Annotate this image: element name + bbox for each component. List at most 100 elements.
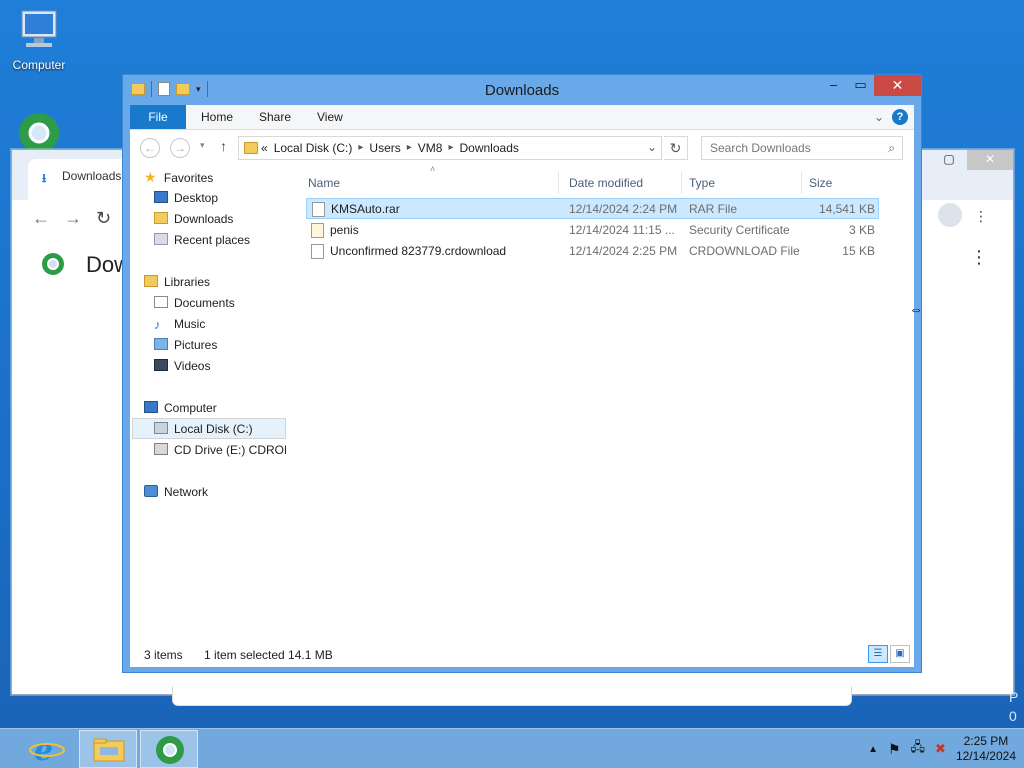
help-icon[interactable]: ? [892, 109, 908, 125]
nav-documents[interactable]: Documents [154, 293, 235, 313]
computer-icon [16, 8, 62, 54]
network-icon[interactable]: 🖧 [911, 738, 926, 760]
nav-label: Network [164, 485, 209, 499]
nav-label: Local Disk (C:) [174, 422, 253, 436]
nav-label: CD Drive (E:) CDROM [174, 443, 286, 457]
generic-file-icon [311, 244, 324, 259]
close-button[interactable]: ✕ [874, 75, 921, 96]
clock-date: 12/14/2024 [955, 749, 1016, 763]
back-button[interactable]: ← [32, 208, 50, 229]
desktop-icon [154, 191, 168, 203]
browser-close-button[interactable]: ✕ [967, 150, 1013, 170]
tab-view[interactable]: View [317, 105, 343, 129]
browser-menu-icon[interactable]: ⋮ [974, 208, 988, 225]
drive-icon [154, 422, 168, 434]
certificate-icon [311, 223, 324, 238]
browser-maximize-button[interactable]: ▢ [931, 150, 967, 170]
file-row[interactable]: KMSAuto.rar 12/14/2024 2:24 PM RAR File … [306, 198, 879, 219]
file-explorer-window: ▾ Downloads – ▭ ✕ File Home Share View ⌄… [122, 74, 922, 673]
edge-text-line: P [1009, 689, 1019, 705]
clock[interactable]: 2:25 PM 12/14/2024 [956, 734, 1016, 764]
chevron-right-icon[interactable]: ▸ [448, 142, 453, 155]
search-input[interactable]: Search Downloads ⌕ [701, 136, 903, 160]
item-count: 3 items [144, 648, 183, 662]
tab-share[interactable]: Share [259, 105, 291, 129]
expand-ribbon-icon[interactable]: ⌄ [874, 110, 884, 124]
column-name[interactable]: Name [308, 171, 340, 195]
action-center-flag-icon[interactable]: ⚑ [888, 741, 901, 758]
nav-downloads[interactable]: Downloads [154, 209, 233, 229]
nav-computer[interactable]: Computer [144, 398, 217, 418]
browser-window-controls: ▢ ✕ [931, 150, 1013, 170]
file-size: 3 KB [848, 223, 875, 237]
chevron-down-icon[interactable]: ⌄ [647, 140, 657, 154]
column-date-modified[interactable]: Date modified [569, 171, 643, 195]
back-button[interactable]: ← [140, 138, 160, 158]
recent-locations-icon[interactable]: ▾ [200, 140, 205, 151]
up-button[interactable]: ↑ [220, 138, 227, 154]
file-date: 12/14/2024 2:25 PM [569, 244, 678, 258]
breadcrumb-vm8[interactable]: VM8 [418, 141, 443, 155]
nav-desktop[interactable]: Desktop [154, 188, 218, 208]
window-title: Downloads [484, 82, 560, 99]
breadcrumb-local-disk[interactable]: Local Disk (C:) [274, 141, 353, 155]
nav-pictures[interactable]: Pictures [154, 335, 217, 355]
minimize-button[interactable]: – [820, 75, 847, 96]
column-size[interactable]: Size [809, 171, 832, 195]
file-type: RAR File [689, 202, 738, 216]
breadcrumb: « Local Disk (C:) ▸ Users ▸ VM8 ▸ Downlo… [261, 141, 519, 155]
file-row[interactable]: penis 12/14/2024 11:15 ... Security Cert… [306, 220, 879, 241]
folder-icon [244, 142, 258, 154]
show-hidden-icon[interactable]: ▲ [868, 744, 878, 755]
system-tray: ▲ ⚑ 🖧 ✖ 2:25 PM 12/14/2024 [868, 729, 1016, 768]
breadcrumb-downloads[interactable]: Downloads [460, 141, 519, 155]
desktop-icon-chrome[interactable] [2, 110, 76, 154]
maximize-button[interactable]: ▭ [847, 75, 874, 96]
chevron-right-icon[interactable]: ▸ [407, 142, 412, 155]
downloads-folder-icon [154, 212, 168, 224]
tab-home[interactable]: Home [201, 105, 233, 129]
file-row[interactable]: Unconfirmed 823779.crdownload 12/14/2024… [306, 241, 879, 262]
breadcrumb-overflow[interactable]: « [261, 141, 268, 155]
nav-favorites[interactable]: ★ Favorites [144, 167, 213, 187]
forward-button[interactable]: → [170, 138, 190, 158]
nav-label: Music [174, 317, 206, 331]
taskbar-file-explorer[interactable] [79, 730, 137, 768]
nav-label: Downloads [174, 212, 234, 226]
chevron-right-icon[interactable]: ▸ [358, 142, 363, 155]
selection-info: 1 item selected 14.1 MB [204, 648, 333, 662]
file-size: 15 KB [842, 244, 875, 258]
resize-cursor-icon: ⇔ [909, 301, 923, 317]
file-type: CRDOWNLOAD File [689, 244, 800, 258]
music-icon: ♪ [154, 317, 161, 332]
file-date: 12/14/2024 11:15 ... [569, 223, 675, 237]
forward-button[interactable]: → [64, 208, 82, 229]
address-bar[interactable]: « Local Disk (C:) ▸ Users ▸ VM8 ▸ Downlo… [238, 136, 662, 160]
details-view-icon[interactable]: ☰ [868, 645, 888, 663]
volume-muted-icon[interactable]: ✖ [935, 741, 946, 757]
chrome-icon [156, 736, 184, 764]
nav-network[interactable]: Network [144, 482, 208, 502]
nav-local-disk[interactable]: Local Disk (C:) [132, 418, 286, 439]
taskbar-chrome[interactable] [140, 730, 198, 768]
svg-text:e: e [34, 733, 53, 768]
title-bar[interactable]: ▾ Downloads – ▭ ✕ [123, 75, 921, 105]
reload-button[interactable]: ↻ [96, 208, 111, 229]
nav-videos[interactable]: Videos [154, 356, 210, 376]
more-options-icon[interactable]: ⋮ [970, 248, 988, 266]
tab-file[interactable]: File [130, 105, 186, 129]
sort-ascending-icon: ˄ [430, 164, 436, 174]
libraries-icon [144, 275, 158, 287]
nav-cd-drive[interactable]: CD Drive (E:) CDROM [154, 440, 286, 460]
profile-avatar[interactable] [938, 203, 962, 227]
desktop-icon-computer[interactable]: Computer [2, 8, 76, 72]
nav-libraries[interactable]: Libraries [144, 272, 210, 292]
column-type[interactable]: Type [689, 171, 715, 195]
large-icons-view-icon[interactable]: ▣ [890, 645, 910, 663]
nav-label: Favorites [163, 171, 214, 185]
nav-recent-places[interactable]: Recent places [154, 230, 250, 250]
breadcrumb-users[interactable]: Users [369, 141, 400, 155]
refresh-button[interactable]: ↻ [664, 136, 688, 160]
nav-music[interactable]: ♪ Music [154, 314, 205, 334]
taskbar-internet-explorer[interactable]: e [18, 730, 76, 768]
